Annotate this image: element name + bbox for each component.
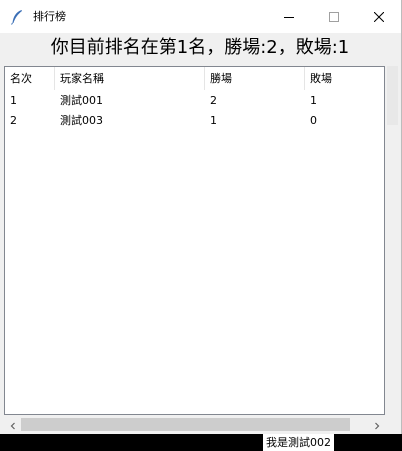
column-header-losses[interactable]: 敗場: [305, 67, 384, 90]
minimize-icon: [283, 12, 294, 22]
table-row[interactable]: 1 測試001 2 1: [5, 91, 384, 111]
table-header: 名次 玩家名稱 勝場 敗場: [5, 67, 384, 90]
current-player-label: 我是測試002: [263, 434, 334, 451]
cell-wins: 1: [210, 114, 217, 127]
close-button[interactable]: [356, 0, 401, 33]
minimize-button[interactable]: [266, 0, 311, 33]
cell-wins: 2: [210, 94, 217, 107]
ranking-table[interactable]: 名次 玩家名稱 勝場 敗場 1 測試001 2 1 2 測試003 1 0: [4, 66, 385, 415]
column-header-rank[interactable]: 名次: [5, 67, 55, 90]
screen: 排行榜 你目前排名在第1名，勝場:2，敗場:1 名次 玩家名稱 勝場 敗場 1 …: [0, 0, 402, 451]
vertical-scrollbar[interactable]: [385, 66, 400, 415]
chevron-left-icon: [9, 415, 17, 434]
maximize-button[interactable]: [311, 0, 356, 33]
column-header-player-name[interactable]: 玩家名稱: [55, 67, 205, 90]
column-header-wins[interactable]: 勝場: [205, 67, 305, 90]
cell-player-name: 測試003: [60, 114, 103, 127]
feather-icon: [10, 9, 24, 25]
cell-rank: 2: [10, 114, 17, 127]
rank-summary: 你目前排名在第1名，勝場:2，敗場:1: [50, 37, 350, 58]
scroll-left-button[interactable]: [4, 416, 21, 433]
maximize-icon: [328, 11, 339, 22]
window-title: 排行榜: [33, 10, 66, 23]
chevron-right-icon: [373, 415, 381, 434]
cell-losses: 0: [310, 114, 317, 127]
horizontal-scrollbar[interactable]: [4, 416, 385, 433]
cell-losses: 1: [310, 94, 317, 107]
horizontal-scroll-thumb[interactable]: [21, 418, 350, 431]
scroll-right-button[interactable]: [368, 416, 385, 433]
leaderboard-window: 排行榜 你目前排名在第1名，勝場:2，敗場:1 名次 玩家名稱 勝場 敗場 1 …: [0, 0, 402, 434]
vertical-scroll-thumb[interactable]: [387, 66, 398, 125]
title-bar[interactable]: 排行榜: [0, 0, 401, 33]
cell-player-name: 測試001: [60, 94, 103, 107]
close-icon: [373, 11, 384, 22]
cell-rank: 1: [10, 94, 17, 107]
table-row[interactable]: 2 測試003 1 0: [5, 111, 384, 131]
